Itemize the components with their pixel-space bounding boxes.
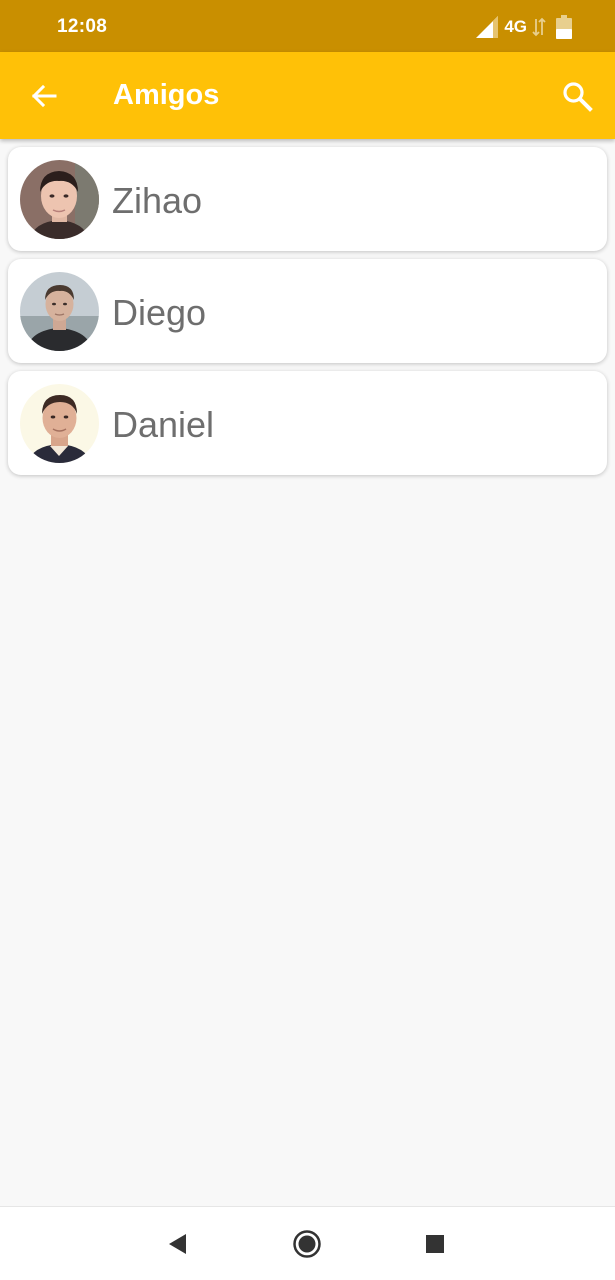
avatar (20, 384, 99, 463)
avatar-photo (20, 160, 99, 239)
avatar (20, 272, 99, 351)
friend-card-daniel[interactable]: Daniel (8, 371, 607, 475)
page-title: Amigos (113, 79, 220, 111)
friend-card-diego[interactable]: Diego (8, 259, 607, 363)
app-bar: Amigos (0, 52, 615, 139)
arrow-back-icon[interactable] (28, 80, 60, 112)
nav-back-icon[interactable] (166, 1232, 190, 1256)
friend-name: Diego (112, 292, 207, 333)
nav-home-icon[interactable] (292, 1229, 322, 1259)
friend-card-zihao[interactable]: Zihao (8, 147, 607, 251)
status-time: 12:08 (57, 16, 108, 37)
data-transfer-icon (532, 17, 546, 37)
friend-name: Daniel (112, 404, 215, 445)
search-icon[interactable] (561, 80, 593, 112)
status-bar: 12:08 4G (0, 0, 615, 52)
status-icons: 4G (476, 14, 572, 40)
network-type: 4G (504, 17, 527, 36)
signal-icon (476, 16, 499, 38)
nav-recents-icon[interactable] (425, 1234, 445, 1254)
avatar-photo (20, 384, 99, 463)
avatar-photo (20, 272, 99, 351)
battery-icon (556, 15, 572, 39)
friends-list: Zihao Diego Daniel (8, 147, 607, 483)
system-nav-bar (0, 1206, 615, 1280)
avatar (20, 160, 99, 239)
friend-name: Zihao (112, 180, 203, 221)
